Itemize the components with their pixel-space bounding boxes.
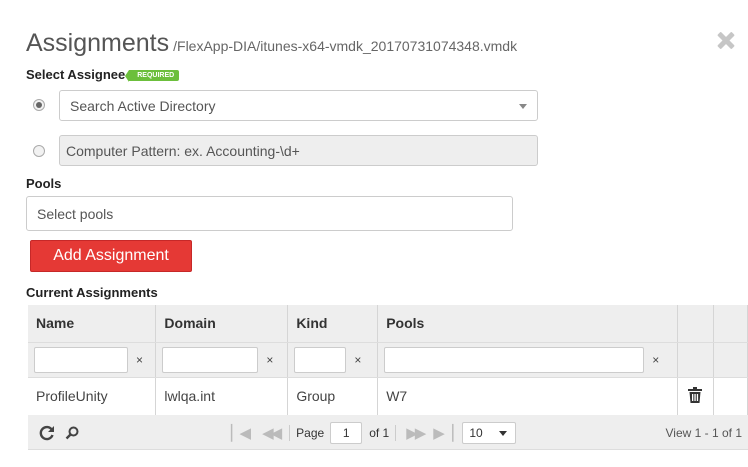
current-assignments-label: Current Assignments xyxy=(26,285,158,300)
pager-bar: ▏◀ ◀◀ Page 1 of 1 ▶▶ ▶▕ 10 View 1 - 1 of… xyxy=(28,415,748,450)
rows-per-page-value: 10 xyxy=(469,425,483,440)
clear-name-filter-icon[interactable]: × xyxy=(136,353,143,367)
ad-placeholder: Search Active Directory xyxy=(70,97,216,114)
column-header-kind[interactable]: Kind xyxy=(287,305,379,343)
radio-active-directory[interactable] xyxy=(33,99,45,111)
radio-computer-pattern[interactable] xyxy=(33,145,45,157)
required-badge: REQUIRED xyxy=(125,70,180,82)
column-header-pools[interactable]: Pools xyxy=(377,305,679,343)
refresh-icon[interactable] xyxy=(38,425,55,441)
pager-tools xyxy=(38,415,79,450)
file-path: /FlexApp-DIA/itunes-x64-vmdk_20170731074… xyxy=(173,38,518,54)
column-header-domain[interactable]: Domain xyxy=(155,305,289,343)
delete-cell xyxy=(677,377,715,416)
page-of-label: of 1 xyxy=(369,425,390,440)
active-directory-select[interactable]: Search Active Directory xyxy=(59,90,538,121)
dialog-title: Assignments/FlexApp-DIA/itunes-x64-vmdk_… xyxy=(26,29,517,58)
select-assignee-label: Select Assignee REQUIRED xyxy=(26,67,180,82)
cell-domain: lwlqa.int xyxy=(155,377,289,416)
pools-placeholder: Select pools xyxy=(37,205,114,222)
close-icon[interactable] xyxy=(714,28,738,52)
next-page-icon[interactable]: ▶▶ xyxy=(406,424,426,442)
pager-nav: ▏◀ ◀◀ Page 1 of 1 ▶▶ ▶▕ 10 xyxy=(231,415,517,450)
pools-select[interactable]: Select pools xyxy=(26,196,513,231)
column-header-name[interactable]: Name xyxy=(28,305,157,343)
page-label: Page xyxy=(296,425,325,440)
filter-domain-input[interactable] xyxy=(162,346,259,373)
search-icon[interactable] xyxy=(65,426,79,440)
table-row[interactable]: ProfileUnity lwlqa.int Group W7 xyxy=(28,377,748,416)
assignments-table: Name Domain Kind Pools × × × × ProfileUn… xyxy=(28,305,748,416)
clear-pools-filter-icon[interactable]: × xyxy=(652,353,659,367)
filter-pools-input[interactable] xyxy=(384,346,645,373)
filter-kind-input[interactable] xyxy=(294,346,347,373)
pattern-placeholder: Computer Pattern: ex. Accounting-\d+ xyxy=(66,142,300,159)
first-page-icon[interactable]: ▏◀ xyxy=(231,424,251,442)
clear-domain-filter-icon[interactable]: × xyxy=(266,353,273,367)
filter-row: × × × × xyxy=(28,342,748,378)
view-records-text: View 1 - 1 of 1 xyxy=(665,425,743,440)
trash-icon[interactable] xyxy=(688,386,703,403)
title-text: Assignments xyxy=(26,29,170,57)
add-assignment-button[interactable]: Add Assignment xyxy=(30,240,192,272)
rows-per-page-select[interactable]: 10 xyxy=(462,421,517,444)
last-page-icon[interactable]: ▶▕ xyxy=(433,424,453,442)
table-header-row: Name Domain Kind Pools xyxy=(28,305,748,343)
cell-name: ProfileUnity xyxy=(28,377,157,416)
computer-pattern-input[interactable]: Computer Pattern: ex. Accounting-\d+ xyxy=(59,135,538,166)
assignee-label-text: Select Assignee xyxy=(26,67,126,82)
cell-kind: Group xyxy=(287,377,379,416)
clear-kind-filter-icon[interactable]: × xyxy=(354,353,361,367)
dropdown-caret-icon xyxy=(519,104,527,109)
page-number-input[interactable]: 1 xyxy=(330,421,363,444)
cell-pools: W7 xyxy=(377,377,679,416)
column-header-actions xyxy=(677,305,715,343)
dropdown-caret-icon xyxy=(499,430,508,436)
filter-name-input[interactable] xyxy=(34,346,128,373)
pools-label: Pools xyxy=(26,176,62,191)
prev-page-icon[interactable]: ◀◀ xyxy=(262,424,282,442)
column-header-empty xyxy=(713,305,748,343)
